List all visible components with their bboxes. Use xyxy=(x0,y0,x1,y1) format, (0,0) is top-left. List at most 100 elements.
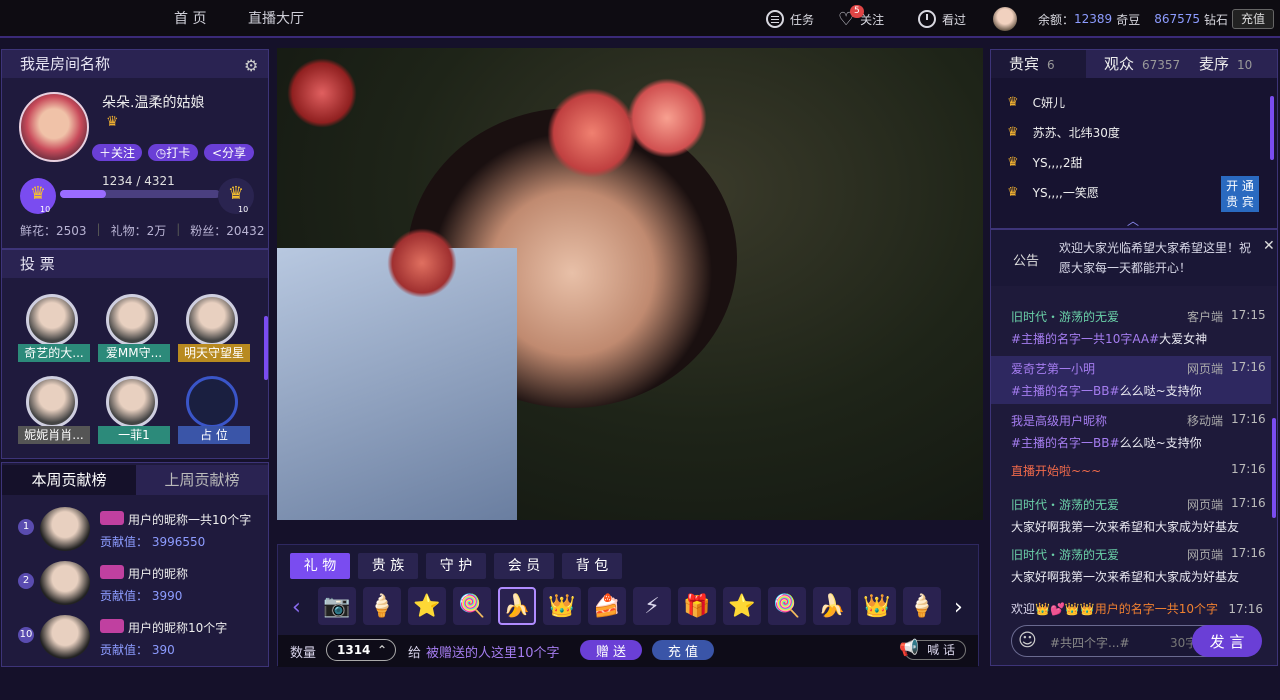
rank-avatar[interactable] xyxy=(40,615,90,659)
gift-item[interactable]: 🍭 xyxy=(453,587,491,625)
chat-source: 网页端 xyxy=(1187,548,1224,562)
gift-tab[interactable]: 会 员 xyxy=(494,553,554,579)
gift-item[interactable]: ⭐ xyxy=(408,587,446,625)
chat-user[interactable]: 我是高级用户昵称 xyxy=(1011,412,1107,429)
vote-name: 爱MM守... xyxy=(98,344,170,362)
room-title: 我是房间名称 xyxy=(2,50,268,78)
chat-user[interactable]: 旧时代・游荡的无爱 xyxy=(1011,546,1119,563)
anchor-avatar[interactable] xyxy=(19,92,89,162)
tab-this-week[interactable]: 本周贡献榜 xyxy=(2,465,136,495)
audience-tab[interactable]: 麦序 10 xyxy=(1181,50,1276,78)
rank-number: 10 xyxy=(18,627,34,643)
collapse-icon[interactable]: ︿ xyxy=(1127,212,1139,229)
chat-user[interactable]: 直播开始啦~~~ xyxy=(1011,462,1101,479)
vote-avatar[interactable] xyxy=(26,294,78,346)
close-icon[interactable]: ✕ xyxy=(1263,238,1275,254)
gift-tab[interactable]: 守 护 xyxy=(426,553,486,579)
checkin-button[interactable]: ◷ 打卡 xyxy=(148,144,198,161)
welcome-label: 欢迎 xyxy=(1011,602,1036,616)
vip-name: YS,,,,一笑愿 xyxy=(1032,185,1099,200)
gift-prev-icon[interactable]: ‹ xyxy=(292,595,301,620)
chat-message: 旧时代・游荡的无爱 客户端 17:15 #主播的名字一共10字AA#大爱女神 xyxy=(991,304,1271,352)
gift-item[interactable]: 🍌 xyxy=(498,587,536,625)
contribution-panel: 本周贡献榜 上周贡献榜 1 用户的昵称一共10个字 贡献值： 3996550 2 用户的… xyxy=(1,462,269,667)
follow-button[interactable]: ＋关注 xyxy=(92,144,142,161)
audience-tab-label: 贵宾 xyxy=(1009,55,1040,73)
vote-avatar[interactable] xyxy=(106,376,158,428)
qty-value: 1314 xyxy=(337,643,371,657)
chat-input[interactable]: #共四个字...# xyxy=(1050,634,1130,651)
audience-tab[interactable]: 贵宾 6 xyxy=(991,50,1086,78)
recharge-button[interactable]: 充 值 xyxy=(652,640,714,660)
gift-item[interactable]: 👑 xyxy=(543,587,581,625)
gift-panel: 礼 物贵 族守 护会 员背 包 ‹ 📷 🍦 ⭐ 🍭 🍌 👑 🍰 ⚡ 🎁 ⭐ 🍭 🍌 👑 🍦 › 数量 13… xyxy=(277,544,979,667)
follow-button-label: 关注 xyxy=(111,146,136,160)
audience-tab-label: 观众 xyxy=(1104,55,1135,73)
vote-avatar[interactable] xyxy=(26,376,78,428)
open-vip-button[interactable]: 开 通贵 宾 xyxy=(1221,176,1259,212)
gift-tab[interactable]: 贵 族 xyxy=(358,553,418,579)
rank-avatar[interactable] xyxy=(40,507,90,551)
emoji-crowns: 👑💕👑👑 xyxy=(1035,602,1095,616)
gear-icon[interactable]: ⚙ xyxy=(244,56,258,75)
video-flower-1 xyxy=(547,88,637,178)
chat-time: 17:16 xyxy=(1231,360,1266,374)
shout-button[interactable]: 📢 喊 话 xyxy=(899,639,966,660)
gift-item[interactable]: ⭐ xyxy=(723,587,761,625)
rank-avatar[interactable] xyxy=(40,561,90,605)
anchor-name: 朵朵.温柔的姑娘 xyxy=(102,95,205,111)
gift-next-icon[interactable]: › xyxy=(954,595,963,620)
vip-row[interactable]: ♛ YS,,,,一笑愿 xyxy=(1007,178,1217,206)
gift-tab[interactable]: 背 包 xyxy=(562,553,622,579)
gift-item[interactable]: 🎁 xyxy=(678,587,716,625)
vip-crown-icon: ♛ xyxy=(1007,94,1019,110)
gift-item[interactable]: 🍦 xyxy=(903,587,941,625)
share-label: 分享 xyxy=(222,146,247,160)
gift-item[interactable]: 🍰 xyxy=(588,587,626,625)
follow-link[interactable]: ♡ 5 关注 xyxy=(838,0,884,38)
vote-name: 奇艺的大... xyxy=(18,344,90,362)
vote-avatar[interactable] xyxy=(186,376,238,428)
chat-text: #主播的名字一共10字AA#大爱女神 xyxy=(1011,330,1207,347)
chat-input-box[interactable]: ☺ #共四个字...# 30字 发 言 xyxy=(1011,625,1262,657)
vip-row[interactable]: ♛ C妍儿 xyxy=(1007,88,1217,116)
gift-item[interactable]: 🍦 xyxy=(363,587,401,625)
chat-user[interactable]: 爱奇艺第一小明 xyxy=(1011,360,1095,377)
watched-link[interactable]: 看过 xyxy=(918,0,966,38)
vote-scrollbar[interactable] xyxy=(264,316,268,380)
vip-row[interactable]: ♛ YS,,,,2甜 xyxy=(1007,148,1217,176)
nav-home[interactable]: 首 页 xyxy=(174,0,206,38)
vote-avatar[interactable] xyxy=(186,294,238,346)
chat-scrollbar[interactable] xyxy=(1272,418,1276,518)
emoji-icon[interactable]: ☺ xyxy=(1018,630,1037,651)
qiyi-unit: 奇豆 xyxy=(1116,12,1141,27)
share-button[interactable]: < 分享 xyxy=(204,144,254,161)
tab-last-week[interactable]: 上周贡献榜 xyxy=(136,465,268,495)
gift-item[interactable]: 👑 xyxy=(858,587,896,625)
video-player[interactable] xyxy=(277,48,983,520)
gift-item[interactable]: ⚡ xyxy=(633,587,671,625)
chat-user[interactable]: 旧时代・游荡的无爱 xyxy=(1011,496,1119,513)
stat-flowers: 鲜花：2503 xyxy=(20,224,87,238)
stat-gifts: 礼物：2万 xyxy=(110,224,167,238)
top-recharge-button[interactable]: 充值 xyxy=(1232,9,1274,29)
gift-item[interactable]: 🍭 xyxy=(768,587,806,625)
chat-user[interactable]: 旧时代・游荡的无爱 xyxy=(1011,308,1119,325)
gift-item[interactable]: 📷 xyxy=(318,587,356,625)
tasks-link[interactable]: 任务 xyxy=(766,0,814,38)
vip-scrollbar[interactable] xyxy=(1270,96,1274,160)
vote-title: 投 票 xyxy=(2,250,268,278)
chat-time: 17:16 xyxy=(1231,412,1266,426)
audience-tab[interactable]: 观众 67357 xyxy=(1086,50,1181,78)
vote-avatar[interactable] xyxy=(106,294,158,346)
vote-name: 占 位 xyxy=(178,426,250,444)
user-avatar[interactable] xyxy=(993,7,1017,31)
vip-row[interactable]: ♛ 苏苏、北纬30度 xyxy=(1007,118,1217,146)
send-gift-button[interactable]: 赠 送 xyxy=(580,640,642,660)
send-chat-button[interactable]: 发 言 xyxy=(1192,625,1262,657)
qty-select[interactable]: 1314 ⌃ xyxy=(326,639,396,661)
nav-live-hall[interactable]: 直播大厅 xyxy=(248,0,304,38)
balance: 余额： 12389 奇豆 867575 钻石 xyxy=(1038,0,1228,38)
gift-item[interactable]: 🍌 xyxy=(813,587,851,625)
gift-tab[interactable]: 礼 物 xyxy=(290,553,350,579)
